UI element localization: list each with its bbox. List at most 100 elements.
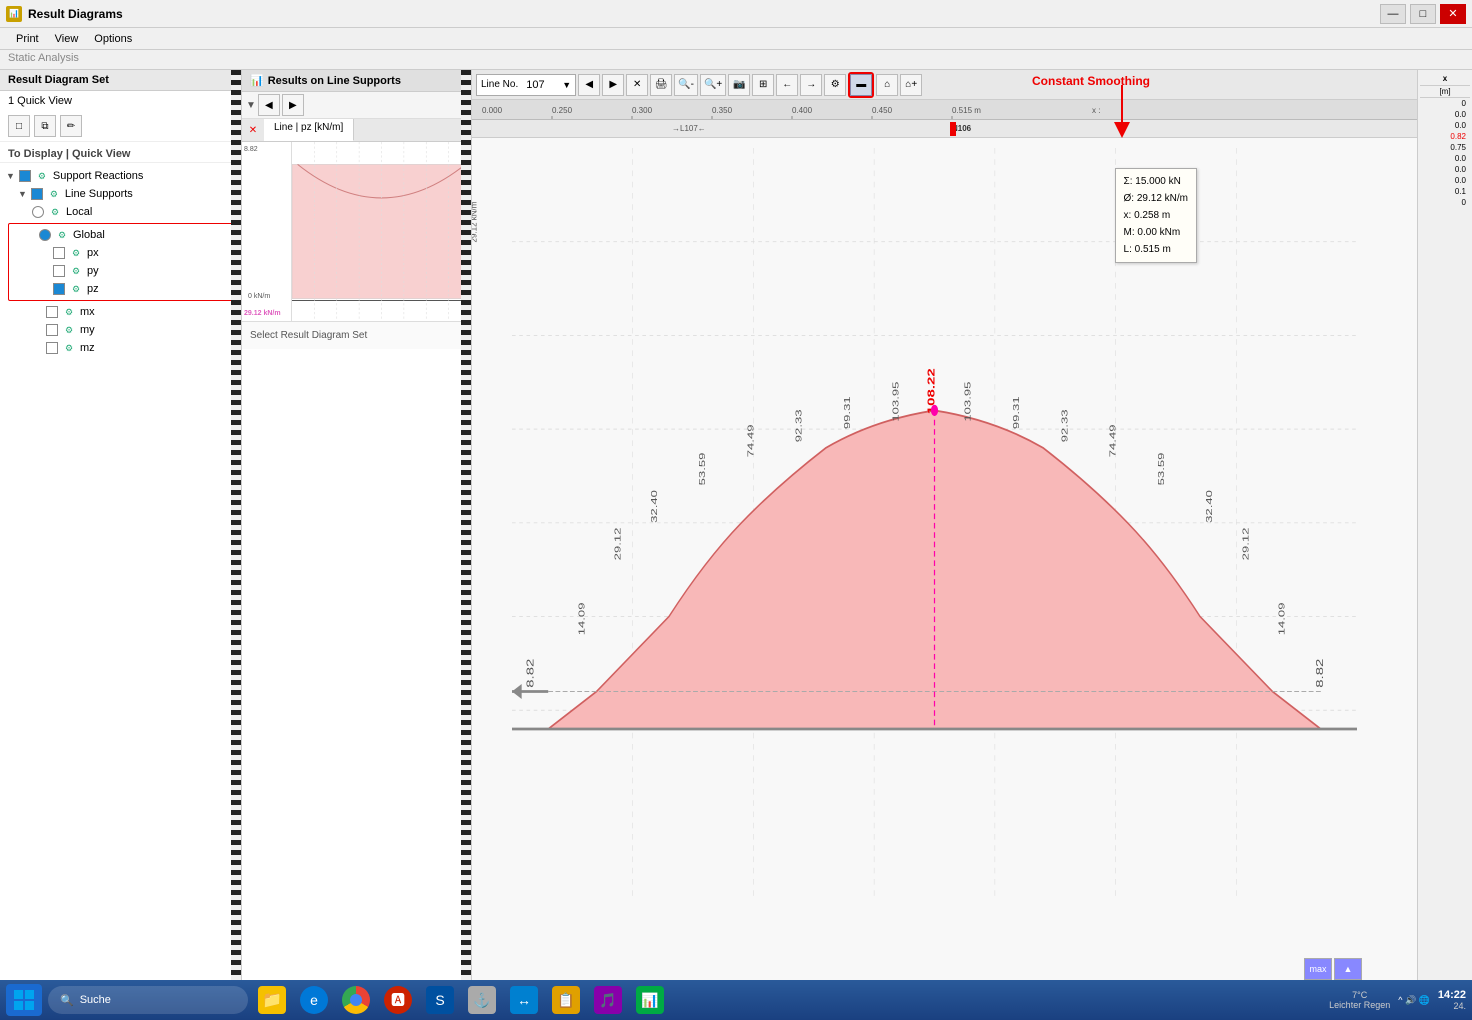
- close-button[interactable]: ✕: [1440, 4, 1466, 24]
- menu-view[interactable]: View: [47, 31, 87, 47]
- arrow-left-btn[interactable]: ←: [776, 74, 798, 96]
- tree-pz[interactable]: ⚙ pz: [11, 280, 230, 298]
- taskbar-app-app6[interactable]: 🎵: [590, 984, 626, 1016]
- svg-text:53.59: 53.59: [698, 453, 707, 486]
- tree: ▼ ⚙ Support Reactions ▼ ⚙ Line Supports …: [0, 163, 241, 361]
- settings2-btn[interactable]: ⚙: [824, 74, 846, 96]
- svg-text:14.09: 14.09: [578, 603, 587, 636]
- mx-checkbox[interactable]: [46, 306, 58, 318]
- deselect-btn[interactable]: ✕: [626, 74, 648, 96]
- minimize-button[interactable]: —: [1380, 4, 1406, 24]
- taskbar-search[interactable]: 🔍 Suche: [48, 986, 248, 1014]
- taskbar-app-file-manager[interactable]: 📁: [254, 984, 290, 1016]
- node-line-labels: →L107← N106: [472, 120, 1417, 138]
- settings-btn[interactable]: ⊞: [752, 74, 774, 96]
- screenshot-btn[interactable]: 📷: [728, 74, 750, 96]
- taskbar-app-app7[interactable]: 📊: [632, 984, 668, 1016]
- svg-text:29.12: 29.12: [614, 528, 623, 561]
- taskbar-app-app5[interactable]: 📋: [548, 984, 584, 1016]
- windows-logo-icon: [14, 990, 34, 1010]
- ruler-mark-300: 0.300: [632, 106, 653, 115]
- line-no-selector[interactable]: Line No. ▼: [476, 74, 576, 96]
- next-line-btn[interactable]: ▶: [602, 74, 624, 96]
- menu-print[interactable]: Print: [8, 31, 47, 47]
- select-diagram-text: Select Result Diagram Set: [242, 322, 471, 349]
- prev-line-btn[interactable]: ◀: [578, 74, 600, 96]
- tree-py[interactable]: ⚙ py: [11, 262, 230, 280]
- line-supports-icon: ⚙: [47, 187, 61, 201]
- static-analysis-bar: Static Analysis: [0, 50, 1472, 70]
- global-radio[interactable]: [39, 229, 51, 241]
- left-panel: Result Diagram Set 1 Quick View □ ⧉ ✏ To…: [0, 70, 242, 1020]
- tooltip-sum: Σ: 15.000 kN: [1124, 173, 1188, 190]
- start-button[interactable]: [6, 984, 42, 1016]
- edit-set-button[interactable]: ✏: [60, 115, 82, 137]
- title-bar-title: Result Diagrams: [28, 7, 123, 21]
- min-button[interactable]: ▲: [1334, 958, 1362, 980]
- pz-checkbox[interactable]: [53, 283, 65, 295]
- ruler-mark-350: 0.350: [712, 106, 733, 115]
- prev-btn[interactable]: ◀: [258, 94, 280, 116]
- line-supports-checkbox[interactable]: [31, 188, 43, 200]
- home2-btn[interactable]: ⌂+: [900, 74, 922, 96]
- zoom-out-btn[interactable]: 🔍-: [674, 74, 698, 96]
- taskbar-app-app1[interactable]: 🅰: [380, 984, 416, 1016]
- tooltip-m: M: 0.00 kNm: [1124, 224, 1188, 241]
- result-set-item[interactable]: 1 Quick View: [0, 91, 241, 111]
- py-checkbox[interactable]: [53, 265, 65, 277]
- right-val-4: 0.75: [1420, 142, 1470, 153]
- tooltip-x: x: 0.258 m: [1124, 207, 1188, 224]
- support-reactions-checkbox[interactable]: [19, 170, 31, 182]
- new-set-button[interactable]: □: [8, 115, 30, 137]
- tree-local[interactable]: ⚙ Local: [4, 203, 237, 221]
- tree-support-reactions[interactable]: ▼ ⚙ Support Reactions: [4, 167, 237, 185]
- next-btn[interactable]: ▶: [282, 94, 304, 116]
- my-checkbox[interactable]: [46, 324, 58, 336]
- mx-icon: ⚙: [62, 305, 76, 319]
- mz-checkbox[interactable]: [46, 342, 58, 354]
- tooltip-l: L: 0.515 m: [1124, 241, 1188, 258]
- max-button[interactable]: max: [1304, 958, 1332, 980]
- tree-line-supports[interactable]: ▼ ⚙ Line Supports: [4, 185, 237, 203]
- search-icon: 🔍: [60, 994, 74, 1007]
- svg-text:103.95: 103.95: [891, 382, 900, 422]
- col-header-m: [m]: [1420, 86, 1470, 98]
- system-tray: ^ 🔊 🌐: [1398, 995, 1430, 1006]
- menu-bar: Print View Options: [0, 28, 1472, 50]
- taskbar-app-chrome[interactable]: [338, 984, 374, 1016]
- ruler-svg: 0.000 0.250 0.300 0.350 0.400 0.450 0.51…: [472, 100, 1417, 120]
- taskbar-app-app3[interactable]: ⚓: [464, 984, 500, 1016]
- taskbar-app-browser[interactable]: e: [296, 984, 332, 1016]
- tree-global[interactable]: ⚙ Global: [11, 226, 230, 244]
- taskbar-right: 7°C Leichter Regen ^ 🔊 🌐 14:22 24.: [1329, 989, 1466, 1011]
- smoothing-btn[interactable]: ▬: [850, 74, 872, 96]
- line-label: →L107←: [672, 124, 706, 133]
- smoothing-highlight: ▬: [848, 72, 874, 98]
- weather-temp: 7°C: [1352, 990, 1367, 1000]
- print-btn[interactable]: 🖨: [650, 74, 672, 96]
- close-tab-button[interactable]: ✕: [242, 119, 264, 141]
- taskbar-app-app2[interactable]: S: [422, 984, 458, 1016]
- maximize-button[interactable]: □: [1410, 4, 1436, 24]
- zoom-in-btn[interactable]: 🔍+: [700, 74, 726, 96]
- max-area: max ▲: [1304, 958, 1362, 980]
- tree-mx[interactable]: ⚙ mx: [4, 303, 237, 321]
- copy-set-button[interactable]: ⧉: [34, 115, 56, 137]
- tab-line-pz[interactable]: Line | pz [kN/m]: [264, 119, 354, 141]
- tree-px[interactable]: ⚙ px: [11, 244, 230, 262]
- px-checkbox[interactable]: [53, 247, 65, 259]
- tree-mz[interactable]: ⚙ mz: [4, 339, 237, 357]
- home-btn[interactable]: ⌂: [876, 74, 898, 96]
- right-panel: Line No. ▼ ◀ ▶ ✕ 🖨 🔍- 🔍+ 📷 ⊞ ← → ⚙ ▬ ⌂ ⌂…: [472, 70, 1417, 1020]
- pz-label: pz: [87, 283, 99, 295]
- svg-text:74.49: 74.49: [1109, 424, 1118, 457]
- toolbar-icons: □ ⧉ ✏: [0, 111, 241, 142]
- tree-my[interactable]: ⚙ my: [4, 321, 237, 339]
- clock-time: 14:22: [1438, 989, 1466, 1001]
- menu-options[interactable]: Options: [86, 31, 140, 47]
- local-radio[interactable]: [32, 206, 44, 218]
- svg-text:53.59: 53.59: [1157, 453, 1166, 486]
- taskbar-app-app4[interactable]: ↔: [506, 984, 542, 1016]
- arrow-right-btn[interactable]: →: [800, 74, 822, 96]
- line-no-input[interactable]: [522, 78, 562, 92]
